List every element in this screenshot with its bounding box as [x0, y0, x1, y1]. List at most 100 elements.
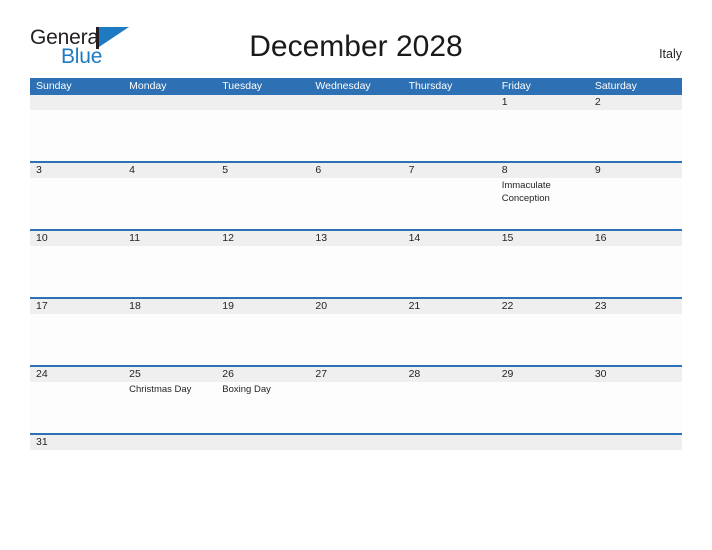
day-number[interactable]: 10 [30, 231, 123, 246]
day-event [496, 246, 589, 297]
day-number[interactable]: 20 [309, 299, 402, 314]
day-number[interactable]: 25 [123, 367, 216, 382]
day-event-immaculate-conception: Immaculate Conception [501, 180, 551, 204]
day-number[interactable]: 13 [309, 231, 402, 246]
day-event [589, 178, 682, 229]
calendar-week-row: 17 18 19 20 21 22 23 [30, 297, 682, 365]
country-label: Italy [659, 47, 682, 61]
day-event [589, 314, 682, 365]
day-event [30, 246, 123, 297]
day-number[interactable] [309, 435, 402, 450]
page-header: General Blue December 2028 Italy [0, 0, 712, 68]
weekday-thursday: Thursday [408, 80, 453, 92]
day-event [496, 382, 589, 433]
day-event-christmas-day: Christmas Day [129, 384, 192, 395]
day-event [496, 314, 589, 365]
day-event [589, 382, 682, 433]
day-number[interactable] [403, 95, 496, 110]
day-event [30, 110, 123, 161]
day-number[interactable]: 23 [589, 299, 682, 314]
week-event-cells [30, 314, 682, 365]
day-number[interactable]: 11 [123, 231, 216, 246]
day-number[interactable]: 22 [496, 299, 589, 314]
day-number[interactable]: 18 [123, 299, 216, 314]
day-event [309, 382, 402, 433]
day-number[interactable]: 31 [30, 435, 123, 450]
day-number[interactable]: 16 [589, 231, 682, 246]
day-event [403, 314, 496, 365]
day-event [216, 110, 309, 161]
page-title: December 2028 [249, 30, 463, 63]
week-date-numbers: 31 [30, 435, 682, 450]
day-event [403, 110, 496, 161]
day-number[interactable] [216, 95, 309, 110]
calendar-week-row: 3 4 5 6 7 8 9 Immaculate Conception [30, 161, 682, 229]
day-event [123, 178, 216, 229]
day-event [30, 178, 123, 229]
day-event [123, 110, 216, 161]
day-event [30, 314, 123, 365]
weekday-saturday: Saturday [594, 80, 637, 92]
day-number[interactable]: 17 [30, 299, 123, 314]
day-number[interactable]: 4 [123, 163, 216, 178]
calendar-week-row: 24 25 26 27 28 29 30 Christmas Day Boxin… [30, 365, 682, 433]
calendar-page: General Blue December 2028 Italy Sunday … [0, 0, 712, 550]
weekday-monday: Monday [129, 80, 167, 92]
week-date-numbers: 1 2 [30, 95, 682, 110]
weekday-tuesday: Tuesday [222, 80, 263, 92]
day-number[interactable]: 26 [216, 367, 309, 382]
week-date-numbers: 24 25 26 27 28 29 30 [30, 367, 682, 382]
week-event-cells [30, 246, 682, 297]
weekday-header-row: Sunday Monday Tuesday Wednesday Thursday… [30, 78, 682, 95]
day-number[interactable]: 24 [30, 367, 123, 382]
weekday-friday: Friday [501, 80, 531, 92]
week-event-cells: Immaculate Conception [30, 178, 682, 229]
weekday-sunday: Sunday [36, 80, 72, 92]
day-number[interactable]: 14 [403, 231, 496, 246]
day-event [123, 314, 216, 365]
day-number[interactable] [216, 435, 309, 450]
day-number[interactable]: 27 [309, 367, 402, 382]
day-number[interactable]: 1 [496, 95, 589, 110]
week-date-numbers: 10 11 12 13 14 15 16 [30, 231, 682, 246]
day-number[interactable] [123, 435, 216, 450]
day-number[interactable]: 28 [403, 367, 496, 382]
day-event [496, 110, 589, 161]
week-event-cells: Christmas Day Boxing Day [30, 382, 682, 433]
day-number[interactable]: 21 [403, 299, 496, 314]
day-number[interactable]: 6 [309, 163, 402, 178]
day-number[interactable] [309, 95, 402, 110]
day-number[interactable]: 19 [216, 299, 309, 314]
day-event [216, 314, 309, 365]
week-date-numbers: 17 18 19 20 21 22 23 [30, 299, 682, 314]
calendar-week-row: 31 [30, 433, 682, 450]
day-event [30, 382, 123, 433]
day-number[interactable]: 15 [496, 231, 589, 246]
day-event-boxing-day: Boxing Day [222, 384, 271, 395]
day-event [589, 110, 682, 161]
day-number[interactable] [403, 435, 496, 450]
day-number[interactable]: 5 [216, 163, 309, 178]
day-number[interactable]: 8 [496, 163, 589, 178]
day-event [123, 246, 216, 297]
day-event [309, 246, 402, 297]
day-number[interactable]: 9 [589, 163, 682, 178]
day-event [589, 246, 682, 297]
day-number[interactable] [496, 435, 589, 450]
day-number[interactable]: 2 [589, 95, 682, 110]
calendar-week-row: 10 11 12 13 14 15 16 [30, 229, 682, 297]
day-number[interactable] [123, 95, 216, 110]
calendar-week-row: 1 2 [30, 95, 682, 161]
day-event [309, 110, 402, 161]
day-event [403, 382, 496, 433]
day-number[interactable] [30, 95, 123, 110]
day-event [403, 246, 496, 297]
day-event [216, 178, 309, 229]
day-number[interactable]: 30 [589, 367, 682, 382]
day-number[interactable]: 12 [216, 231, 309, 246]
day-number[interactable]: 29 [496, 367, 589, 382]
day-number[interactable]: 7 [403, 163, 496, 178]
day-number[interactable] [589, 435, 682, 450]
day-event [216, 246, 309, 297]
day-number[interactable]: 3 [30, 163, 123, 178]
